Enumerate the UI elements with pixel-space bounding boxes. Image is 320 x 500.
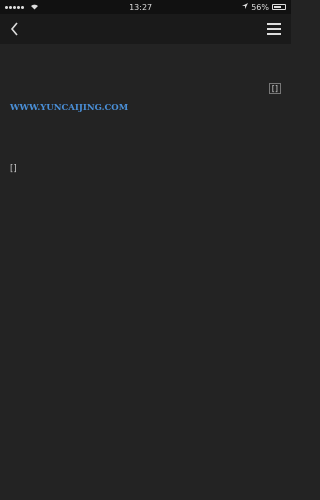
back-arrow-icon[interactable] [10,22,19,36]
article-body: WWW.YUNCAIJING.COM [10,102,281,142]
status-right: 56% [242,2,286,12]
status-bar: 13:27 56% [0,0,291,14]
disclaimer: [] [10,164,17,174]
wifi-icon [30,3,39,12]
status-time: 13:27 [129,2,153,12]
article-headline [10,54,281,71]
source-tag: [] [268,83,281,94]
signal-icon [5,5,24,9]
site-link[interactable]: WWW.YUNCAIJING.COM [10,103,128,113]
battery-percent: 56% [251,2,269,12]
status-left [5,3,39,12]
menu-icon[interactable] [267,23,281,35]
article: [] WWW.YUNCAIJING.COM [] [0,44,291,174]
location-icon [242,2,249,12]
article-meta: [] [10,83,281,94]
battery-icon [272,4,286,10]
nav-bar [0,14,291,44]
